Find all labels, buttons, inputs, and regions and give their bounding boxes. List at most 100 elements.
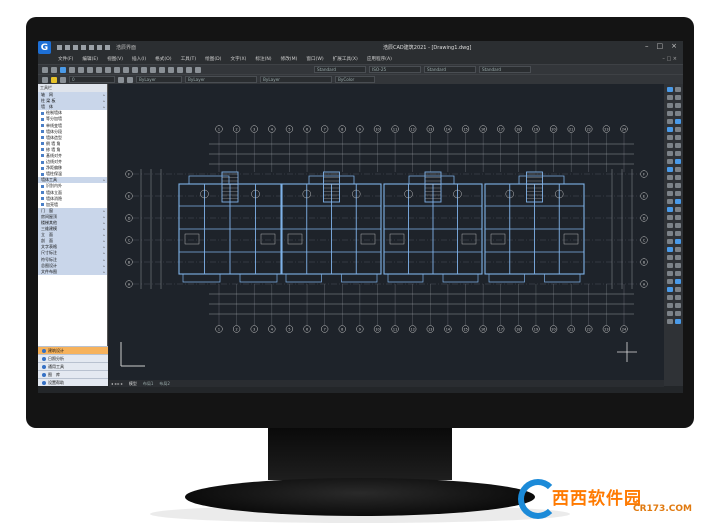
redo-icon[interactable] [105,45,110,50]
draw-tool-icon[interactable] [666,215,673,220]
close-icon[interactable]: × [671,42,677,50]
draw-tool-icon[interactable] [674,119,681,124]
minimize-icon[interactable]: – [645,42,649,50]
draw-tool-icon[interactable] [674,319,681,324]
draw-tool-icon[interactable] [666,167,673,172]
draw-tool-icon[interactable] [666,295,673,300]
draw-tool-icon[interactable] [674,151,681,156]
draw-tool-icon[interactable] [674,311,681,316]
menu-item[interactable]: 文字(X) [230,56,246,62]
draw-tool-icon[interactable] [666,95,673,100]
draw-tool-icon[interactable] [674,159,681,164]
draw-tool-icon[interactable] [666,231,673,236]
draw-tool-icon[interactable] [666,159,673,164]
menu-item[interactable]: 插入(I) [132,56,146,62]
draw-tool-icon[interactable] [674,207,681,212]
panel-tab[interactable]: 设置帮助 [38,378,108,386]
draw-tool-icon[interactable] [666,127,673,132]
draw-tool-icon[interactable] [674,303,681,308]
lineweight-select[interactable]: ByLayer [260,76,332,83]
menu-item[interactable]: 扩展工具(X) [333,56,358,62]
tab-layout2[interactable]: 布局2 [159,381,170,387]
draw-tool-icon[interactable] [674,263,681,268]
draw-tool-icon[interactable] [674,111,681,116]
layout-nav-buttons[interactable]: ◂ ◂ ▸ ▸ [111,381,123,386]
layer-iso-icon[interactable] [127,76,133,83]
layer-state-icon[interactable] [51,76,57,83]
draw-tool-icon[interactable] [666,247,673,252]
menu-item[interactable]: 应用程序(A) [367,56,392,62]
draw-tool-icon[interactable] [666,311,673,316]
draw-tool-icon[interactable] [666,303,673,308]
draw-tool-icon[interactable] [666,143,673,148]
properties-icon[interactable] [159,66,165,73]
menu-item[interactable]: 窗口(W) [306,56,323,62]
linetype-select[interactable]: ByLayer [185,76,257,83]
draw-tool-icon[interactable] [674,199,681,204]
print-icon[interactable] [89,45,94,50]
panel-tab[interactable]: 建筑设计 [38,346,108,354]
draw-tool-icon[interactable] [674,215,681,220]
draw-tool-icon[interactable] [666,287,673,292]
open-file-icon[interactable] [65,45,70,50]
draw-tool-icon[interactable] [674,255,681,260]
draw-tool-icon[interactable] [666,191,673,196]
floor-plan-drawing[interactable]: 1122334455667788991010111112121313141415… [109,84,664,380]
panel-tab[interactable]: 日照分析 [38,354,108,362]
help-icon[interactable] [195,66,201,73]
draw-tool-icon[interactable] [666,263,673,268]
tab-model[interactable]: 模型 [129,381,137,387]
match-props-icon[interactable] [105,66,111,73]
tab-layout1[interactable]: 布局1 [143,381,154,387]
draw-tool-icon[interactable] [666,103,673,108]
save-icon[interactable] [73,45,78,50]
mleader-style-select[interactable]: Standard [479,66,531,73]
calc-icon[interactable] [186,66,192,73]
draw-tool-icon[interactable] [666,119,673,124]
draw-tool-icon[interactable] [674,103,681,108]
design-center-icon[interactable] [168,66,174,73]
menu-item[interactable]: 格式(O) [155,56,171,62]
draw-tool-icon[interactable] [666,271,673,276]
workspace-switch[interactable]: 浩辰界面 [116,44,136,51]
cut-icon[interactable] [78,66,84,73]
draw-tool-icon[interactable] [666,279,673,284]
panel-tab[interactable]: 图 库 [38,370,108,378]
copy-icon[interactable] [87,66,93,73]
draw-tool-icon[interactable] [666,111,673,116]
zoom-icon[interactable] [141,66,147,73]
draw-tool-icon[interactable] [666,175,673,180]
draw-tool-icon[interactable] [674,191,681,196]
draw-tool-icon[interactable] [666,135,673,140]
color-select[interactable]: ByLayer [136,76,182,83]
layer-manager-icon[interactable] [42,76,48,83]
draw-tool-icon[interactable] [674,239,681,244]
draw-tool-icon[interactable] [674,295,681,300]
maximize-icon[interactable]: □ [657,42,664,50]
drawing-canvas[interactable]: 1 1 2 2 3 3 4 4 5 5 6 6 7 7 8 8 9 9 10 10 11 11 12 12 13 13 14 14 15… [109,84,664,380]
menu-item[interactable]: 编辑(E) [82,56,98,62]
text-style-select[interactable]: Standard [314,66,366,73]
redo-icon[interactable] [123,66,129,73]
app-logo-icon[interactable]: G [38,41,51,54]
draw-tool-icon[interactable] [666,151,673,156]
menu-item[interactable]: 视图(V) [107,56,123,62]
pan-icon[interactable] [132,66,138,73]
draw-tool-icon[interactable] [674,87,681,92]
zoom-window-icon[interactable] [150,66,156,73]
draw-tool-icon[interactable] [674,135,681,140]
draw-tool-icon[interactable] [666,239,673,244]
draw-tool-icon[interactable] [666,223,673,228]
plotstyle-select[interactable]: ByColor [335,76,375,83]
draw-tool-icon[interactable] [674,95,681,100]
draw-tool-icon[interactable] [674,143,681,148]
draw-tool-icon[interactable] [674,127,681,132]
layer-prev-icon[interactable] [60,76,66,83]
print-icon[interactable] [69,66,75,73]
draw-tool-icon[interactable] [674,247,681,252]
paste-icon[interactable] [96,66,102,73]
save-icon[interactable] [60,66,66,73]
menu-item[interactable]: 标注(N) [255,56,271,62]
draw-tool-icon[interactable] [674,287,681,292]
open-icon[interactable] [51,66,57,73]
